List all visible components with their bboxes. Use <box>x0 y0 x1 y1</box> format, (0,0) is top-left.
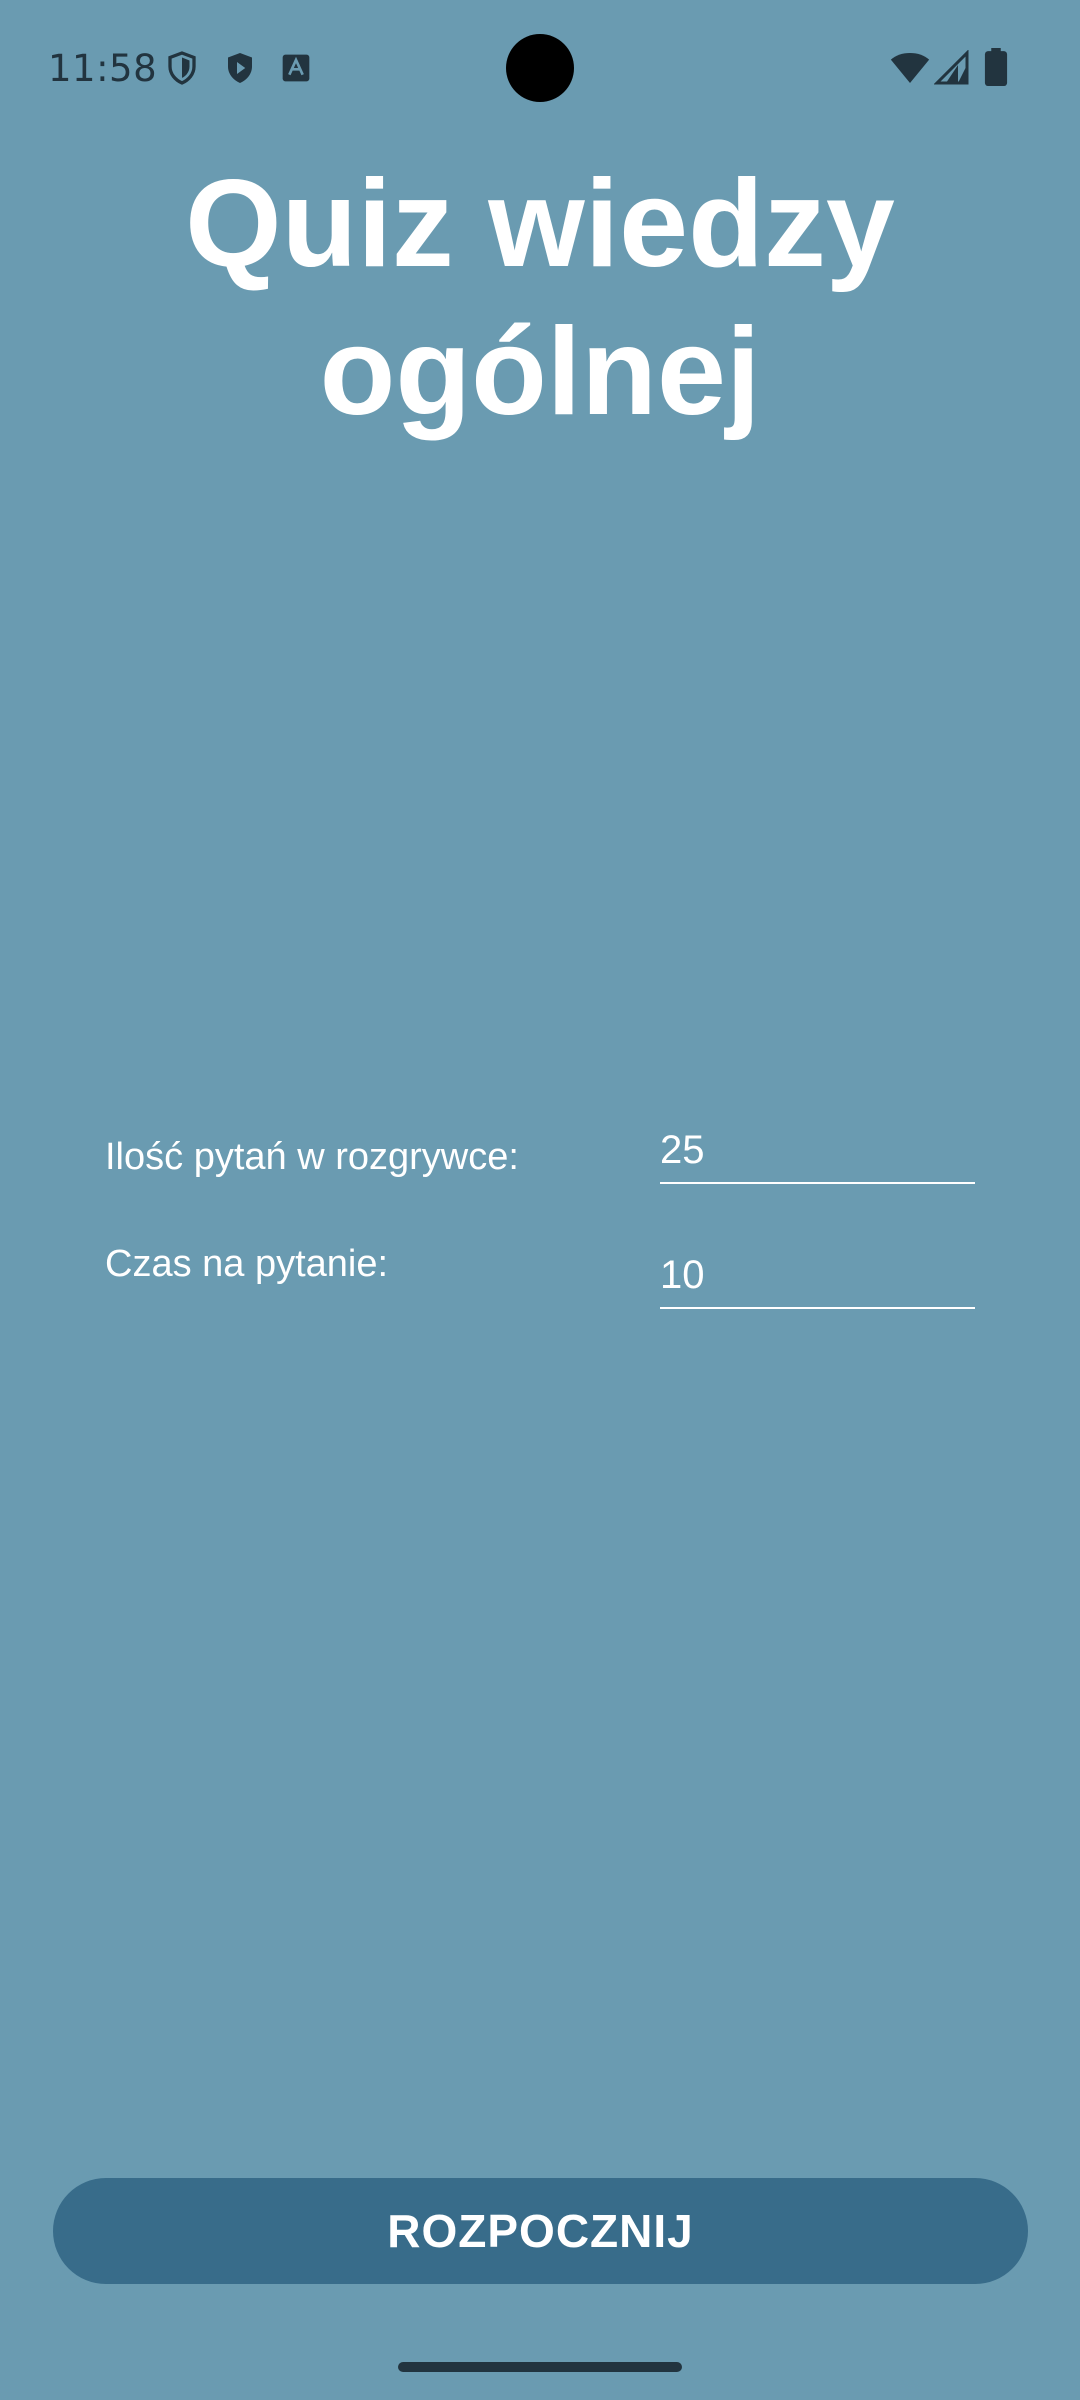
title-line-1: Quiz wiedzy <box>185 155 895 293</box>
time-per-question-label: Czas na pytanie: <box>105 1243 389 1285</box>
start-button[interactable]: ROZPOCZNIJ <box>53 2178 1028 2284</box>
time-per-question-input[interactable]: 10 <box>660 1245 975 1309</box>
time-per-question-value: 10 <box>660 1253 705 1297</box>
questions-count-value: 25 <box>660 1128 705 1172</box>
shield-outline-icon <box>168 51 196 85</box>
page-title: Quiz wiedzy ogólnej <box>0 150 1080 446</box>
battery-icon <box>984 48 1008 86</box>
cellular-signal-icon <box>934 50 969 85</box>
questions-count-input[interactable]: 25 <box>660 1120 975 1184</box>
status-bar: 11:58 <box>0 0 1080 136</box>
title-line-2: ogólnej <box>319 303 761 441</box>
front-camera-cutout <box>506 34 574 102</box>
home-indicator[interactable] <box>398 2362 682 2372</box>
status-time: 11:58 <box>48 47 158 90</box>
translate-a-icon <box>282 54 310 82</box>
questions-count-label: Ilość pytań w rozgrywce: <box>105 1136 519 1178</box>
wifi-icon <box>890 53 930 83</box>
play-protect-icon <box>228 53 252 83</box>
quiz-setup-screen: 11:58 Quiz wiedzy ogólnej Ilość pytań w … <box>0 0 1080 2400</box>
